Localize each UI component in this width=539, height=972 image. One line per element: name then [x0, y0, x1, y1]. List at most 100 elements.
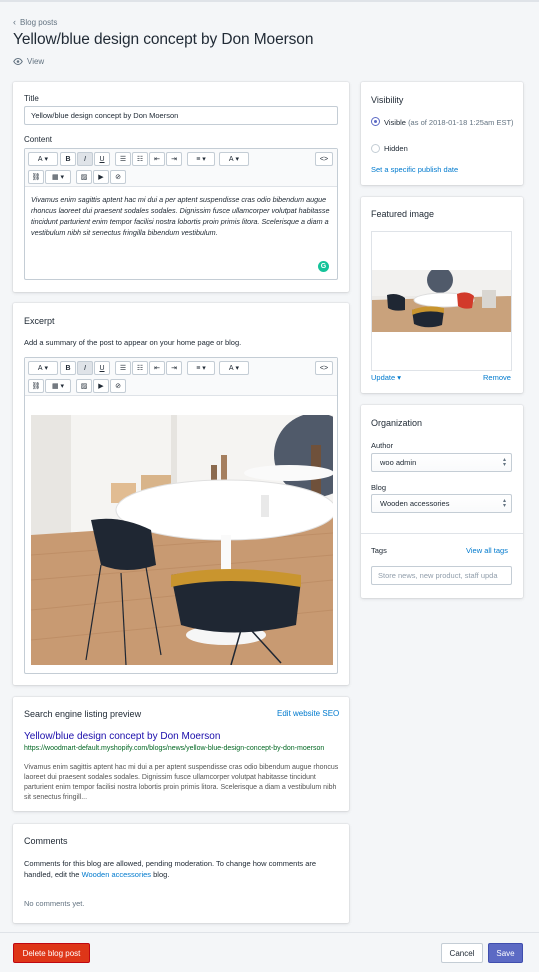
visibility-card: Visibility Visible (as of 2018-01-18 1:2… [361, 82, 523, 185]
title-input[interactable]: Yellow/blue design concept by Don Moerso… [24, 106, 338, 125]
seo-description: Vivamus enim sagittis aptent hac mi dui … [24, 764, 339, 801]
tags-input[interactable]: Store news, new product, staff upda [371, 566, 512, 585]
visible-radio[interactable] [371, 117, 380, 126]
featured-photo [372, 270, 511, 332]
image-icon: ▨ [80, 174, 88, 181]
visible-label: Visible [384, 118, 406, 127]
italic-button[interactable]: I [77, 361, 93, 375]
view-all-tags-link[interactable]: View all tags [466, 546, 508, 555]
save-button[interactable]: Save [488, 943, 523, 963]
organization-card: Organization Author woo admin ▴ ▾ Blog Wo… [361, 405, 523, 598]
author-label: Author [371, 441, 394, 450]
outdent-icon: ⇤ [154, 365, 160, 372]
update-image-link[interactable]: Update ▾ [371, 373, 401, 382]
bullet-list-button[interactable]: ☰ [115, 152, 131, 166]
blog-select[interactable]: Wooden accessories ▴ ▾ [371, 494, 512, 513]
indent-icon: ⇥ [171, 156, 177, 163]
excerpt-toolbar: A ▾ B I U ☰ ☷ ⇤ ⇥ ≡ ▾ A ▾ <> ⛓ ▦ ▾ ▨ ▶ ⊘ [25, 358, 337, 396]
organization-heading: Organization [371, 418, 423, 428]
video-button[interactable]: ▶ [93, 379, 109, 393]
remove-image-link[interactable]: Remove [483, 373, 511, 382]
excerpt-image[interactable] [31, 415, 333, 665]
page-title: Yellow/blue design concept by Don Moerso… [13, 31, 314, 48]
text-color-icon: A [228, 155, 234, 163]
image-button[interactable]: ▨ [76, 170, 92, 184]
excerpt-card: Excerpt Add a summary of the post to app… [13, 303, 349, 685]
link-icon: ⛓ [31, 383, 41, 390]
visibility-heading: Visibility [371, 95, 404, 105]
align-button[interactable]: ≡ ▾ [187, 152, 215, 166]
excerpt-editor[interactable]: A ▾ B I U ☰ ☷ ⇤ ⇥ ≡ ▾ A ▾ <> ⛓ ▦ ▾ ▨ ▶ ⊘ [24, 357, 338, 674]
indent-button[interactable]: ⇥ [166, 361, 182, 375]
underline-button[interactable]: U [94, 361, 110, 375]
hidden-label[interactable]: Hidden [384, 144, 408, 153]
cancel-button[interactable]: Cancel [441, 943, 483, 963]
title-label: Title [24, 94, 39, 103]
underline-icon: U [99, 364, 105, 372]
grammarly-icon[interactable]: G [318, 261, 329, 272]
tags-label: Tags [371, 546, 387, 555]
outdent-icon: ⇤ [154, 156, 160, 163]
indent-icon: ⇥ [171, 365, 177, 372]
chevron-down-icon: ▾ [397, 373, 402, 382]
video-button[interactable]: ▶ [93, 170, 109, 184]
seo-url: https://woodmart-default.myshopify.com/b… [24, 745, 325, 752]
publish-date-link[interactable]: Set a specific publish date [371, 165, 458, 174]
eye-icon [13, 58, 23, 65]
breadcrumb-label: Blog posts [20, 17, 58, 27]
outdent-button[interactable]: ⇤ [149, 361, 165, 375]
link-icon: ⛓ [31, 174, 41, 181]
italic-icon: I [84, 155, 86, 163]
content-editor[interactable]: A ▾ B I U ☰ ☷ ⇤ ⇥ ≡ ▾ A ▾ <> ⛓ ▦ ▾ ▨ ▶ ⊘… [24, 148, 338, 280]
image-icon: ▨ [80, 383, 88, 390]
excerpt-help: Add a summary of the post to appear on y… [24, 338, 242, 347]
italic-button[interactable]: I [77, 152, 93, 166]
clear-format-button[interactable]: ⊘ [110, 170, 126, 184]
chairs-photo [31, 415, 333, 665]
html-toggle-button[interactable]: <> [315, 361, 333, 375]
text-color-button[interactable]: A ▾ [219, 361, 249, 375]
content-label: Content [24, 135, 53, 144]
visible-option[interactable]: Visible (as of 2018-01-18 1:25am EST) [384, 117, 518, 128]
content-body[interactable]: Vivamus enim sagittis aptent hac mi dui … [31, 194, 331, 238]
view-label: View [27, 57, 45, 66]
edit-seo-link[interactable]: Edit website SEO [277, 709, 339, 718]
link-button[interactable]: ⛓ [28, 379, 44, 393]
paragraph-format-button[interactable]: A ▾ [28, 361, 58, 375]
author-select[interactable]: woo admin ▴ ▾ [371, 453, 512, 472]
image-button[interactable]: ▨ [76, 379, 92, 393]
select-arrows-icon: ▴ ▾ [502, 456, 506, 468]
hidden-radio[interactable] [371, 144, 380, 153]
bold-button[interactable]: B [60, 152, 76, 166]
visible-note: (as of 2018-01-18 1:25am EST) [408, 118, 514, 127]
wooden-accessories-link[interactable]: Wooden accessories [82, 870, 151, 879]
numbered-list-button[interactable]: ☷ [132, 361, 148, 375]
paragraph-format-button[interactable]: A ▾ [28, 152, 58, 166]
underline-button[interactable]: U [94, 152, 110, 166]
text-color-button[interactable]: A ▾ [219, 152, 249, 166]
numbered-list-button[interactable]: ☷ [132, 152, 148, 166]
view-link[interactable]: View [13, 57, 44, 66]
outdent-button[interactable]: ⇤ [149, 152, 165, 166]
seo-preview-card: Search engine listing preview Edit websi… [13, 697, 349, 811]
comments-info-text: Comments for this blog are allowed, pend… [24, 859, 317, 879]
delete-blog-post-button[interactable]: Delete blog post [13, 943, 90, 963]
update-label: Update [371, 373, 396, 382]
bold-button[interactable]: B [60, 361, 76, 375]
numbered-list-icon: ☷ [136, 156, 144, 163]
indent-button[interactable]: ⇥ [166, 152, 182, 166]
table-button[interactable]: ▦ ▾ [45, 379, 71, 393]
table-button[interactable]: ▦ ▾ [45, 170, 71, 184]
organization-divider [361, 533, 523, 534]
link-button[interactable]: ⛓ [28, 170, 44, 184]
top-border [0, 0, 539, 2]
breadcrumb[interactable]: ‹ Blog posts [13, 17, 57, 27]
bold-icon: B [65, 155, 71, 163]
clear-format-button[interactable]: ⊘ [110, 379, 126, 393]
html-toggle-button[interactable]: <> [315, 152, 333, 166]
italic-icon: I [84, 364, 86, 372]
align-button[interactable]: ≡ ▾ [187, 361, 215, 375]
bullet-list-button[interactable]: ☰ [115, 361, 131, 375]
featured-image[interactable] [372, 270, 511, 332]
blog-value: Wooden accessories [380, 499, 450, 508]
